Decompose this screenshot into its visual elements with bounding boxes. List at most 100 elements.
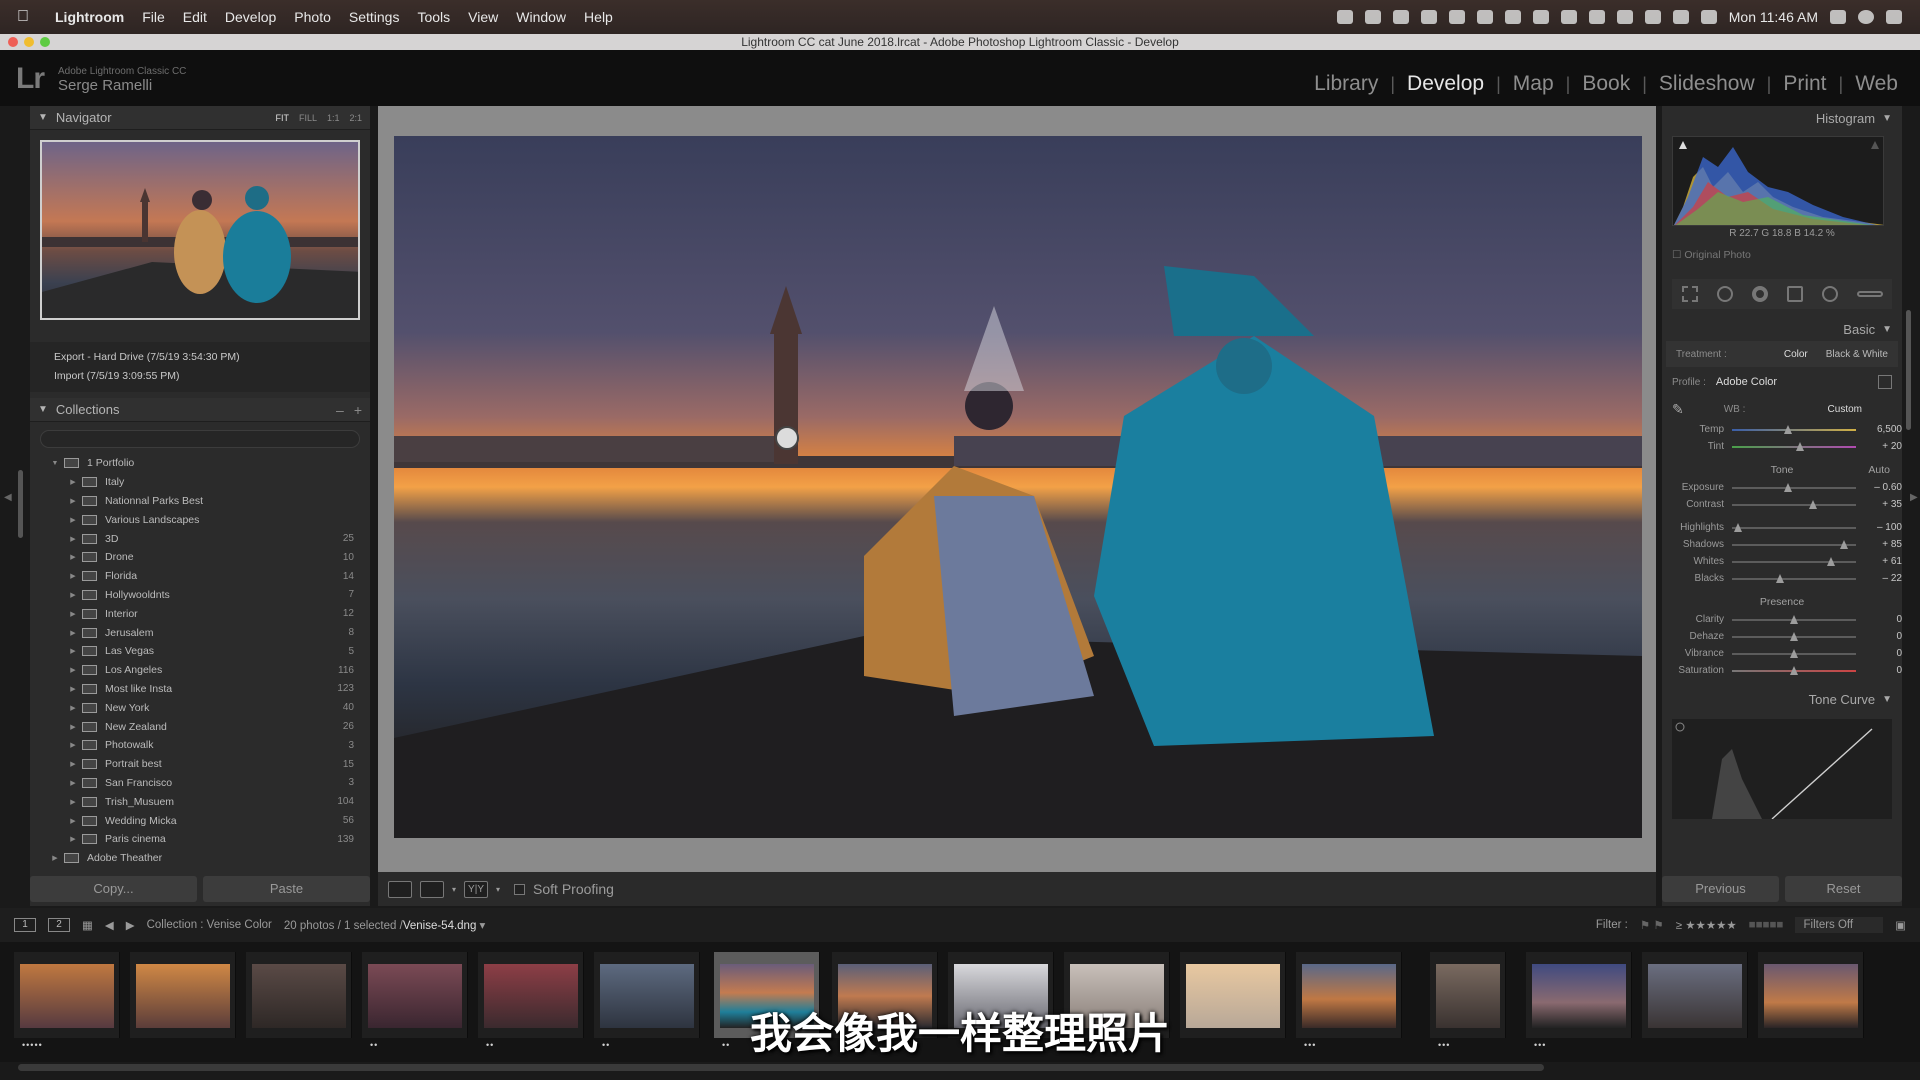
red-eye-icon[interactable] [1751,286,1768,302]
histogram-graph[interactable] [1672,136,1884,226]
collapse-triangle-icon[interactable]: ▼ [1882,113,1892,124]
collection-row[interactable]: ▶ Paris cinema 139 [30,830,370,849]
collection-row[interactable]: ▶ New York 40 [30,698,370,717]
collection-row[interactable]: ▶ Florida 14 [30,567,370,586]
blacks-value[interactable]: – 22 [1856,573,1902,584]
spotlight-icon[interactable] [1830,10,1846,24]
adjustment-brush-icon[interactable] [1856,291,1883,297]
history-item[interactable]: Export - Hard Drive (7/5/19 3:54:30 PM) [54,348,370,367]
temp-slider[interactable] [1732,424,1856,434]
collection-row[interactable]: ▶ Las Vegas 5 [30,642,370,661]
reset-button[interactable]: Reset [1785,876,1902,902]
collection-row[interactable]: ▶ Trish_Musuem 104 [30,792,370,811]
dropbox-icon[interactable] [1448,10,1465,24]
collection-row[interactable]: ▶ Drone 10 [30,548,370,567]
vibrance-value[interactable]: 0 [1856,648,1902,659]
apple-icon[interactable]:  [0,8,46,26]
exposure-slider-row[interactable]: Exposure – 0.60 [1662,479,1902,496]
saturation-slider[interactable] [1732,665,1856,675]
zoom-window-icon[interactable] [40,37,50,47]
contrast-slider[interactable] [1732,499,1856,509]
highlights-value[interactable]: – 100 [1856,522,1902,533]
collection-row[interactable]: ▶ San Francisco 3 [30,774,370,793]
collection-row[interactable]: ▶ Wedding Micka 56 [30,811,370,830]
expand-arrow-icon[interactable]: ▶ [68,723,78,731]
expand-arrow-icon[interactable]: ▶ [68,817,78,825]
original-photo-checkbox[interactable]: ☐ Original Photo [1672,249,1902,261]
expand-arrow-icon[interactable]: ▶ [68,553,78,561]
exposure-value[interactable]: – 0.60 [1856,482,1902,493]
highlights-slider-row[interactable]: Highlights – 100 [1662,519,1902,536]
history-item[interactable]: Import (7/5/19 3:09:55 PM) [54,367,370,386]
camera-icon[interactable] [1364,10,1381,24]
shadows-knob[interactable] [1839,539,1848,549]
collapse-triangle-icon[interactable]: ▼ [1882,324,1892,335]
dropdown-arrow-icon[interactable]: ▾ [496,885,500,894]
whites-slider-row[interactable]: Whites + 61 [1662,553,1902,570]
circle-icon[interactable] [1420,10,1437,24]
module-book[interactable]: Book [1570,72,1642,96]
saturation-knob[interactable] [1790,665,1798,675]
collection-row[interactable]: ▶ 3D 25 [30,529,370,548]
back-arrow-icon[interactable]: ◀ [105,918,114,932]
module-develop[interactable]: Develop [1395,72,1496,96]
secondary-window-button[interactable]: 2 [48,918,70,932]
user-icon[interactable] [1858,10,1874,24]
radial-filter-icon[interactable] [1821,286,1838,302]
expand-arrow-icon[interactable]: ▶ [68,704,78,712]
saturation-slider-row[interactable]: Saturation 0 [1662,662,1902,679]
paste-button[interactable]: Paste [203,876,370,902]
dehaze-knob[interactable] [1790,631,1798,641]
expand-arrow-icon[interactable]: ▶ [68,591,78,599]
collections-filter-input[interactable] [40,430,360,448]
tone-curve-header[interactable]: Tone Curve ▼ [1662,687,1902,711]
expand-arrow-icon[interactable]: ▶ [68,497,78,505]
basic-header[interactable]: Basic ▼ [1662,317,1902,341]
filmstrip-scrollbar[interactable] [18,1064,1544,1071]
clarity-value[interactable]: 0 [1856,614,1902,625]
tint-slider-row[interactable]: Tint + 20 [1662,438,1902,455]
dehaze-value[interactable]: 0 [1856,631,1902,642]
left-panel-toggle-icon[interactable]: ◀ [4,492,12,503]
dehaze-slider-row[interactable]: Dehaze 0 [1662,628,1902,645]
eyedropper-icon[interactable]: ✎ [1672,401,1684,418]
expand-arrow-icon[interactable]: ▶ [68,741,78,749]
expand-arrow-icon[interactable]: ▶ [68,629,78,637]
collection-row[interactable]: ▶ New Zealand 26 [30,717,370,736]
collection-row[interactable]: ▶ Los Angeles 116 [30,661,370,680]
auto-tone-button[interactable]: Auto [1868,464,1890,476]
profile-browser-icon[interactable] [1878,375,1892,389]
tone-curve-graph[interactable] [1672,719,1892,819]
tint-knob[interactable] [1796,441,1805,451]
grid-view-icon[interactable]: ▦ [82,918,93,932]
saturation-value[interactable]: 0 [1856,665,1902,676]
shadows-slider[interactable] [1732,539,1856,549]
zoom-fill[interactable]: FILL [299,113,317,123]
forward-arrow-icon[interactable]: ▶ [126,918,135,932]
before-after-icon[interactable] [420,880,444,898]
expand-arrow-icon[interactable]: ▶ [68,572,78,580]
contrast-value[interactable]: + 35 [1856,499,1902,510]
expand-arrow-icon[interactable]: ▶ [68,535,78,543]
expand-arrow-icon[interactable]: ▶ [68,779,78,787]
time-machine-icon[interactable] [1616,10,1633,24]
collection-row[interactable]: ▶ Various Landscapes [30,510,370,529]
collection-row[interactable]: ▶ Nationnal Parks Best [30,492,370,511]
yy-view-icon[interactable]: Y|Y [464,880,489,898]
expand-arrow-icon[interactable]: ▶ [68,835,78,843]
dropdown-arrow-icon[interactable]: ▾ [452,885,456,894]
creative-cloud-icon[interactable] [1476,10,1493,24]
menu-file[interactable]: File [133,9,174,25]
clarity-slider-row[interactable]: Clarity 0 [1662,611,1902,628]
shadows-slider-row[interactable]: Shadows + 85 [1662,536,1902,553]
collection-row[interactable]: ▶ Most like Insta 123 [30,680,370,699]
messenger-icon[interactable] [1336,10,1353,24]
whites-value[interactable]: + 61 [1856,556,1902,567]
expand-arrow-icon[interactable]: ▶ [68,798,78,806]
expand-arrow-icon[interactable]: ▶ [68,647,78,655]
close-window-icon[interactable] [8,37,18,47]
module-print[interactable]: Print [1771,72,1838,96]
shadows-value[interactable]: + 85 [1856,539,1902,550]
collection-row[interactable]: ▶ Jerusalem 8 [30,623,370,642]
collection-row[interactable]: ▶ Portrait best 15 [30,755,370,774]
